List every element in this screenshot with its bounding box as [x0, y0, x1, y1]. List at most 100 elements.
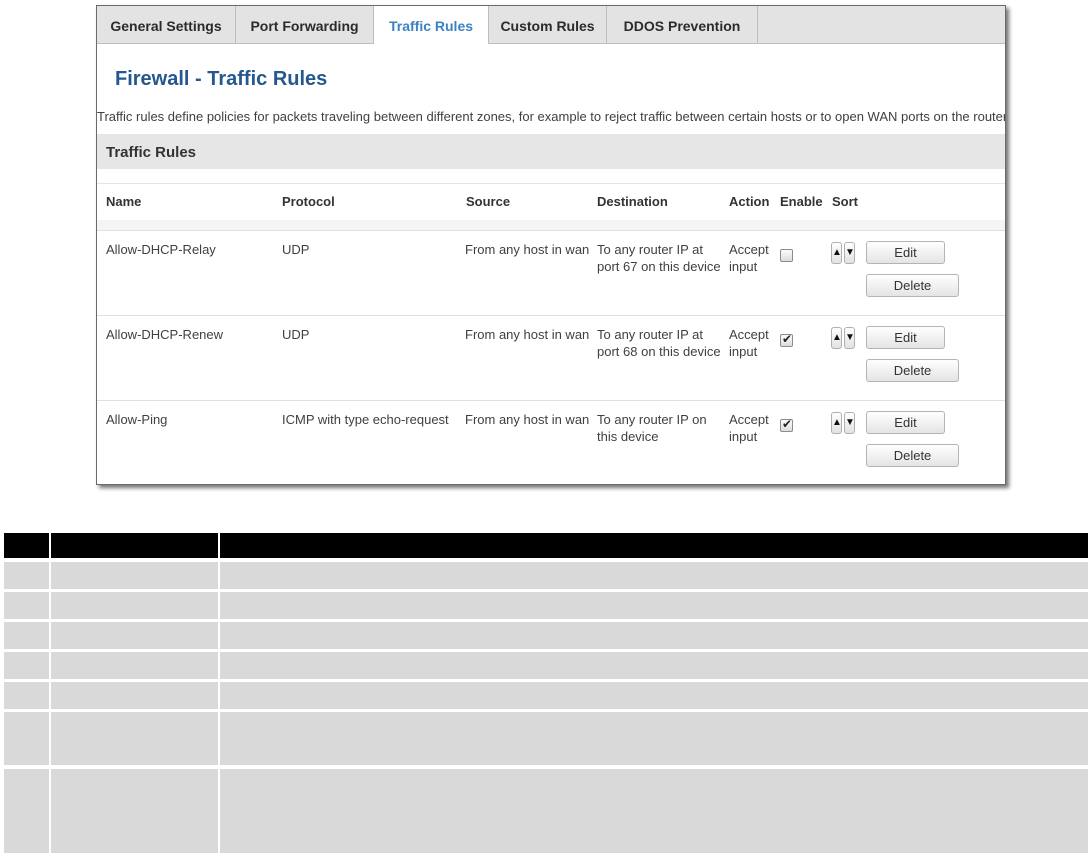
- tab-ddos-prevention[interactable]: DDOS Prevention: [607, 6, 758, 43]
- arrow-down-icon: ▼: [845, 332, 855, 343]
- table-cell: [51, 712, 218, 765]
- table-cell: [4, 682, 49, 709]
- rule-source: From any host in wan: [465, 327, 590, 342]
- header-spacer: [97, 220, 1005, 230]
- header-cell-field: [51, 533, 218, 558]
- column-header-sort: Sort: [832, 194, 858, 209]
- delete-button[interactable]: Delete: [866, 274, 959, 297]
- checkmark-icon: ✔: [782, 417, 793, 431]
- table-row: [4, 592, 1088, 619]
- table-header-row: [4, 533, 1088, 558]
- rule-name: Allow-DHCP-Renew: [106, 327, 224, 342]
- column-header-destination: Destination: [597, 194, 668, 209]
- column-header-protocol: Protocol: [282, 194, 335, 209]
- checkmark-icon: ✔: [782, 332, 793, 346]
- sort-down-button[interactable]: ▼: [844, 242, 855, 264]
- tab-general-settings[interactable]: General Settings: [97, 6, 236, 43]
- rule-destination: To any router IP at port 67 on this devi…: [597, 241, 721, 275]
- rule-name: Allow-DHCP-Relay: [106, 242, 216, 257]
- rule-destination-line: this device: [597, 429, 659, 444]
- table-cell: [220, 682, 1088, 709]
- rule-action-line: input: [729, 259, 758, 274]
- column-header-action: Action: [729, 194, 770, 209]
- table-row: [4, 712, 1088, 765]
- enable-checkbox[interactable]: ✔: [780, 332, 793, 347]
- table-cell: [51, 682, 218, 709]
- table-header: [97, 183, 1005, 221]
- delete-button[interactable]: Delete: [866, 444, 959, 467]
- edit-button[interactable]: Edit: [866, 326, 945, 349]
- tab-port-forwarding[interactable]: Port Forwarding: [236, 6, 374, 43]
- tab-bar: General Settings Port Forwarding Traffic…: [97, 6, 1005, 44]
- rule-action-line: Accept: [729, 242, 769, 257]
- delete-button[interactable]: Delete: [866, 359, 959, 382]
- arrow-down-icon: ▼: [845, 247, 855, 258]
- rule-action-line: Accept: [729, 327, 769, 342]
- table-cell: [4, 712, 49, 765]
- table-row: Allow-DHCP-Renew UDP From any host in wa…: [97, 315, 1005, 401]
- arrow-up-icon: ▲: [832, 332, 842, 343]
- sort-up-button[interactable]: ▲: [831, 412, 842, 434]
- table-row: [4, 682, 1088, 709]
- table-cell: [51, 769, 218, 853]
- table-row: [4, 562, 1088, 589]
- rule-protocol: UDP: [282, 242, 310, 257]
- header-cell-description: [220, 533, 1088, 558]
- table-cell: [220, 562, 1088, 589]
- table-cell: [4, 592, 49, 619]
- table-row: [4, 652, 1088, 679]
- table-cell: [51, 562, 218, 589]
- rule-protocol: ICMP with type echo-request: [282, 412, 449, 427]
- table-cell: [51, 592, 218, 619]
- table-cell: [220, 622, 1088, 649]
- rule-source: From any host in wan: [465, 412, 590, 427]
- rule-destination-line: port 68 on this device: [597, 344, 721, 359]
- tab-custom-rules[interactable]: Custom Rules: [489, 6, 607, 43]
- rule-protocol: UDP: [282, 327, 310, 342]
- rule-action-line: Accept: [729, 412, 769, 427]
- table-row: [4, 622, 1088, 649]
- table-cell: [220, 712, 1088, 765]
- header-cell-number: [4, 533, 49, 558]
- column-header-name: Name: [106, 194, 142, 209]
- table-cell: [220, 652, 1088, 679]
- table-cell: [51, 622, 218, 649]
- rule-action-line: input: [729, 429, 758, 444]
- arrow-up-icon: ▲: [832, 417, 842, 428]
- section-title: Traffic Rules: [106, 144, 197, 161]
- table-cell: [4, 769, 49, 853]
- rule-action: Accept input: [729, 326, 769, 360]
- sort-up-button[interactable]: ▲: [831, 327, 842, 349]
- edit-button[interactable]: Edit: [866, 411, 945, 434]
- table-cell: [4, 652, 49, 679]
- table-cell: [51, 652, 218, 679]
- arrow-up-icon: ▲: [832, 247, 842, 258]
- sort-down-button[interactable]: ▼: [844, 327, 855, 349]
- tab-traffic-rules[interactable]: Traffic Rules: [374, 6, 489, 44]
- rule-destination: To any router IP on this device: [597, 411, 707, 445]
- column-header-enable: Enable: [780, 194, 823, 209]
- rule-destination-line: port 67 on this device: [597, 259, 721, 274]
- rule-destination: To any router IP at port 68 on this devi…: [597, 326, 721, 360]
- rule-destination-line: To any router IP at: [597, 327, 703, 342]
- table-row: Allow-Ping ICMP with type echo-request F…: [97, 400, 1005, 484]
- column-header-source: Source: [466, 194, 511, 209]
- edit-button[interactable]: Edit: [866, 241, 945, 264]
- section-header: [97, 134, 1005, 169]
- page-description: Traffic rules define policies for packet…: [97, 109, 1006, 124]
- page-title: Firewall - Traffic Rules: [115, 68, 328, 90]
- table-row: [4, 769, 1088, 853]
- table-row: Allow-DHCP-Relay UDP From any host in wa…: [97, 230, 1005, 316]
- sort-down-button[interactable]: ▼: [844, 412, 855, 434]
- table-cell: [4, 622, 49, 649]
- rule-action-line: input: [729, 344, 758, 359]
- enable-checkbox[interactable]: [780, 249, 793, 262]
- table-cell: [220, 769, 1088, 853]
- firewall-screenshot-panel: General Settings Port Forwarding Traffic…: [96, 5, 1006, 485]
- enable-checkbox[interactable]: ✔: [780, 417, 793, 432]
- rule-name: Allow-Ping: [106, 412, 168, 427]
- sort-up-button[interactable]: ▲: [831, 242, 842, 264]
- rule-destination-line: To any router IP on: [597, 412, 707, 427]
- rule-action: Accept input: [729, 411, 769, 445]
- arrow-down-icon: ▼: [845, 417, 855, 428]
